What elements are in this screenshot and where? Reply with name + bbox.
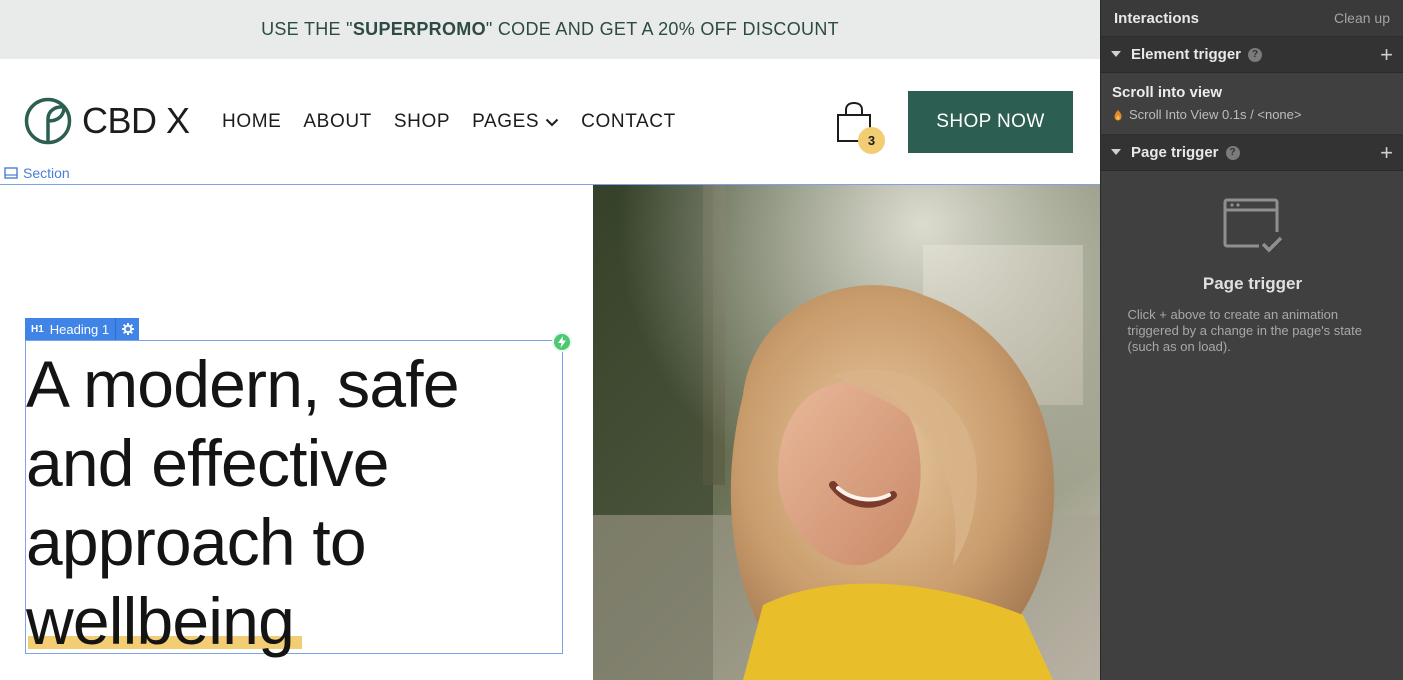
hero-heading-line-1: A modern, safe [26, 347, 460, 421]
nav-shop[interactable]: SHOP [394, 111, 450, 133]
section-selector-label[interactable]: Section [4, 165, 70, 181]
promo-prefix: USE THE " [261, 19, 353, 39]
hero-heading-line-3: approach to [26, 505, 367, 579]
cart-count-badge: 3 [858, 127, 885, 154]
woman-photo-image [593, 185, 1100, 680]
nav-contact[interactable]: CONTACT [581, 111, 676, 133]
panel-header: Interactions Clean up [1101, 0, 1403, 37]
element-trigger-header[interactable]: Element trigger ? + [1101, 37, 1403, 73]
nav-pages-dropdown[interactable]: PAGES [472, 111, 559, 133]
site-canvas: USE THE "SUPERPROMO" CODE AND GET A 20% … [0, 0, 1100, 680]
trigger-title: Scroll into view [1112, 84, 1223, 101]
nav-pages-label: PAGES [472, 111, 540, 132]
leaf-logo-icon [24, 97, 72, 145]
animation-flame-icon [1114, 109, 1122, 120]
hero-heading-line-2: and effective [26, 426, 389, 500]
element-trigger-label: Element trigger [1131, 46, 1242, 63]
caret-down-icon [1111, 149, 1123, 156]
empty-state-description: Click + above to create an animation tri… [1127, 307, 1362, 354]
section-icon [4, 167, 18, 179]
brand-logo[interactable]: CBD X [24, 97, 190, 145]
site-header: CBD X HOME ABOUT SHOP PAGES CONTACT 3 SH… [0, 59, 1100, 185]
promo-bar: USE THE "SUPERPROMO" CODE AND GET A 20% … [0, 0, 1100, 59]
brand-name: CBD X [82, 100, 190, 141]
gear-icon [121, 323, 134, 335]
help-icon[interactable]: ? [1248, 47, 1263, 62]
add-page-trigger-button[interactable]: + [1380, 141, 1393, 164]
heading-tag-text: Heading 1 [49, 321, 110, 337]
main-nav: HOME ABOUT SHOP PAGES CONTACT [222, 111, 676, 133]
page-trigger-label: Page trigger [1131, 144, 1219, 161]
hero-heading[interactable]: A modern, safe and effective approach to… [26, 345, 566, 661]
nav-about[interactable]: ABOUT [303, 111, 371, 133]
page-trigger-header[interactable]: Page trigger ? + [1101, 135, 1403, 171]
section-label-text: Section [23, 165, 70, 181]
hero-heading-line-4: wellbeing [26, 584, 295, 658]
heading-selector-tag[interactable]: H1 Heading 1 [25, 318, 140, 340]
nav-contact-label: CONTACT [581, 111, 676, 132]
nav-about-label: ABOUT [303, 111, 372, 132]
hero-heading-highlighted-word: wellbeing [26, 582, 302, 661]
panel-title: Interactions [1114, 9, 1200, 27]
promo-code: SUPERPROMO [352, 19, 486, 39]
empty-state-title: Page trigger [1202, 274, 1303, 293]
shop-now-button[interactable]: SHOP NOW [908, 91, 1073, 153]
nav-home[interactable]: HOME [222, 111, 281, 133]
trigger-subtitle-text: Scroll Into View 0.1s / <none> [1129, 107, 1302, 122]
browser-window-check-icon [1223, 198, 1283, 256]
add-element-trigger-button[interactable]: + [1380, 43, 1393, 66]
page-trigger-empty-state: Page trigger Click + above to create an … [1101, 196, 1403, 355]
clean-up-button[interactable]: Clean up [1334, 10, 1390, 26]
help-icon[interactable]: ? [1225, 145, 1240, 160]
cart-button[interactable]: 3 [834, 101, 886, 154]
promo-text: USE THE "SUPERPROMO" CODE AND GET A 20% … [261, 19, 839, 40]
caret-down-icon [1111, 51, 1123, 58]
trigger-subtitle: Scroll Into View 0.1s / <none> [1112, 107, 1392, 122]
hero-photo [593, 185, 1100, 680]
nav-home-label: HOME [222, 111, 282, 132]
scroll-into-view-trigger[interactable]: Scroll into view Scroll Into View 0.1s /… [1101, 73, 1403, 135]
promo-suffix: " CODE AND GET A 20% OFF DISCOUNT [485, 19, 839, 39]
h1-icon: H1 [31, 323, 44, 335]
chevron-down-icon [545, 118, 559, 126]
nav-shop-label: SHOP [393, 111, 451, 132]
heading-tag-label: H1 Heading 1 [25, 318, 116, 340]
interactions-panel: Interactions Clean up Element trigger ? … [1100, 0, 1403, 680]
element-settings-button[interactable] [115, 318, 140, 340]
